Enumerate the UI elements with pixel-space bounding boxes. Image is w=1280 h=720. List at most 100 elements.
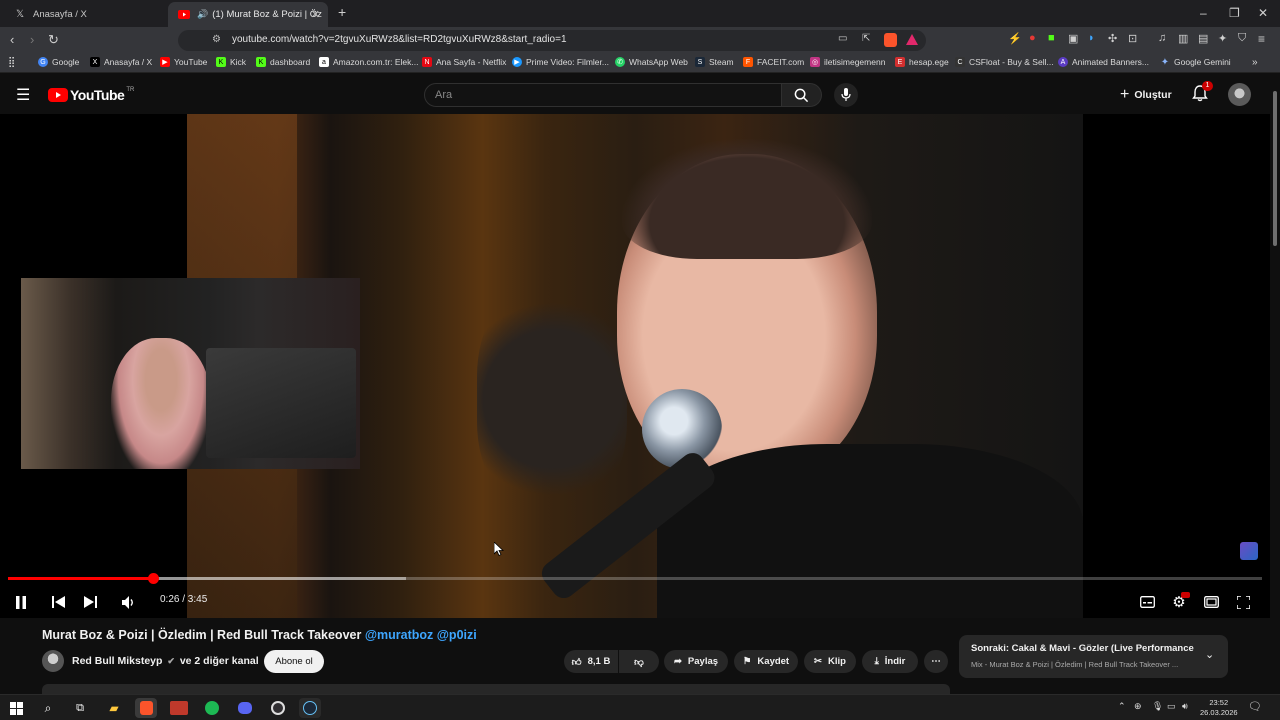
obs-icon[interactable] — [267, 698, 289, 718]
pause-button[interactable] — [10, 591, 32, 613]
description-box[interactable] — [42, 684, 950, 694]
like-button[interactable]: 👍︎ 8,1 B — [564, 650, 618, 673]
bookmark-netflix[interactable]: N Ana Sayfa - Netflix — [422, 57, 506, 67]
bookmark-faceit[interactable]: F FACEIT.com — [743, 57, 804, 67]
extension-icon[interactable]: ▣ — [1068, 32, 1078, 45]
vpn-icon[interactable]: ⛉ — [1238, 32, 1246, 45]
video-mentions[interactable]: @muratboz @p0izi — [365, 628, 477, 642]
system-clock[interactable]: 23:52 26.03.2026 — [1200, 698, 1238, 718]
close-window-button[interactable]: ✕ — [1258, 6, 1268, 20]
bookmark-kick[interactable]: K Kick — [216, 57, 246, 67]
extension-icon[interactable]: ⊡ — [1128, 32, 1137, 45]
mute-button[interactable] — [118, 591, 140, 613]
extensions-puzzle-icon[interactable]: ✣ — [1108, 32, 1117, 45]
settings-button[interactable]: ⚙ — [1168, 591, 1190, 613]
video-app-icon[interactable] — [168, 698, 190, 718]
bookmark-instagram[interactable]: ◎ iletisimegemenn — [810, 57, 885, 67]
subtitles-button[interactable] — [1136, 591, 1158, 613]
kick-extension-icon[interactable]: ■ — [1048, 32, 1055, 44]
more-actions-button[interactable]: ⋯ — [924, 650, 948, 673]
dislike-button[interactable]: 👎︎ — [619, 650, 659, 673]
bookmark-youtube[interactable]: ▶ YouTube — [160, 57, 207, 67]
tab-x[interactable]: 𝕏 Anasayfa / X — [4, 2, 167, 27]
new-tab-button[interactable]: + — [338, 4, 346, 20]
chevron-down-icon[interactable]: ⌄ — [1205, 648, 1214, 661]
subscribe-button[interactable]: Abone ol — [264, 650, 324, 673]
show-hidden-icons[interactable]: ⌃ — [1118, 701, 1126, 712]
bookmark-google[interactable]: G Google — [38, 57, 79, 67]
brave-shields-icon[interactable] — [884, 33, 897, 47]
share-icon[interactable]: ⇱ — [862, 33, 870, 44]
network-icon[interactable]: ▭ — [1167, 701, 1176, 712]
menu-icon[interactable]: ≡ — [1258, 32, 1265, 46]
page-scrollbar[interactable] — [1270, 73, 1280, 694]
media-icon[interactable]: ♫ — [1158, 32, 1166, 44]
extension-icon[interactable]: ⚡ — [1008, 32, 1022, 45]
video-player[interactable]: 0:26 / 3:45 ⚙ — [0, 114, 1270, 618]
bookmark-steam[interactable]: S Steam — [695, 57, 734, 67]
extension-red-icon[interactable]: ● — [1029, 32, 1036, 44]
brave-rewards-icon[interactable] — [906, 34, 918, 45]
restore-button[interactable]: ❐ — [1229, 6, 1240, 20]
microphone-tray-icon[interactable]: 🎙︎ — [1152, 701, 1163, 712]
reload-icon[interactable]: ↻ — [48, 32, 59, 48]
notification-center-icon[interactable]: 🗨︎ — [1248, 700, 1262, 713]
bookmark-hesap-ege[interactable]: Ehesap.ege — [895, 57, 949, 67]
share-button[interactable]: ➦ Paylaş — [664, 650, 728, 673]
search-taskbar-icon[interactable]: ⌕ — [37, 698, 59, 718]
site-info-icon[interactable]: ⚙ — [212, 34, 221, 45]
miniplayer-button[interactable] — [1200, 591, 1222, 613]
discord-icon[interactable] — [234, 698, 256, 718]
spotify-icon[interactable] — [201, 698, 223, 718]
channel-name[interactable]: Red Bull Miksteyp ✔ ve 2 diğer kanal — [72, 655, 259, 667]
hamburger-menu-icon[interactable]: ☰ — [16, 85, 30, 105]
create-button[interactable]: + Oluştur — [1120, 84, 1172, 106]
bookmark-animated-banners[interactable]: A Animated Banners... — [1058, 57, 1149, 67]
more-bookmarks-icon[interactable]: » — [1252, 57, 1258, 68]
extension-icon[interactable]: ◗ — [1088, 32, 1095, 44]
voice-search-button[interactable] — [834, 83, 858, 107]
bookmark-prime-video[interactable]: ▶ Prime Video: Filmler... — [512, 57, 609, 67]
fullscreen-button[interactable] — [1232, 591, 1254, 613]
clip-button[interactable]: ✂ Klip — [804, 650, 856, 673]
apps-icon[interactable]: ⣿ — [8, 57, 15, 68]
scrollbar-thumb[interactable] — [1273, 91, 1277, 246]
next-button[interactable] — [79, 591, 101, 613]
speaker-icon[interactable]: 🔊︎ — [1182, 701, 1188, 712]
back-icon[interactable]: ‹ — [10, 32, 14, 47]
channel-watermark-icon[interactable] — [1240, 542, 1258, 560]
close-tab-icon[interactable]: ✕ — [311, 8, 320, 21]
start-button[interactable] — [5, 698, 27, 718]
address-bar[interactable]: ⚙ youtube.com/watch?v=2tgvuXuRWz8&list=R… — [178, 30, 926, 51]
bookmark-whatsapp[interactable]: ✆ WhatsApp Web — [615, 57, 688, 67]
wallet-icon[interactable]: ▤ — [1198, 32, 1208, 45]
forward-icon[interactable]: › — [30, 32, 34, 47]
download-button[interactable]: ⤓ İndir — [862, 650, 918, 673]
steam-taskbar-icon[interactable] — [299, 698, 321, 718]
notifications-button[interactable]: 1 — [1192, 81, 1213, 105]
tray-app-icon[interactable]: ⊕ — [1134, 701, 1142, 712]
youtube-logo[interactable]: YouTube TR — [48, 87, 134, 103]
cast-icon[interactable]: ▭ — [838, 33, 847, 44]
save-button[interactable]: ⚑ Kaydet — [734, 650, 798, 673]
bookmark-csfloat[interactable]: C CSFloat - Buy & Sell... — [955, 57, 1054, 67]
previous-button[interactable] — [47, 591, 69, 613]
scrubber-handle[interactable] — [147, 573, 159, 584]
bookmark-gemini[interactable]: ✦ Google Gemini — [1160, 57, 1231, 68]
tab-youtube[interactable]: 🔊 (1) Murat Boz & Poizi | Özledi ✕ — [168, 2, 328, 27]
up-next-card[interactable]: Sonraki: Cakal & Mavi - Gözler (Live Per… — [959, 635, 1228, 678]
bookmark-amazon[interactable]: a Amazon.com.tr: Elek... — [319, 57, 419, 67]
file-explorer-icon[interactable]: ▰ — [103, 698, 125, 718]
bookmark-dashboard[interactable]: Kdashboard — [256, 57, 310, 67]
brave-browser-icon[interactable] — [135, 698, 157, 718]
minimize-button[interactable]: – — [1200, 6, 1207, 20]
channel-avatar[interactable] — [42, 650, 64, 672]
search-button[interactable] — [782, 83, 822, 107]
leo-ai-icon[interactable]: ✦ — [1218, 32, 1227, 45]
search-input[interactable]: Ara — [424, 83, 782, 107]
progress-bar[interactable] — [8, 573, 1262, 584]
task-view-icon[interactable]: ⧉ — [69, 698, 91, 718]
sidebar-icon[interactable]: ▥ — [1178, 32, 1188, 45]
account-avatar[interactable] — [1228, 83, 1251, 106]
bookmark-x[interactable]: X Anasayfa / X — [90, 57, 152, 67]
